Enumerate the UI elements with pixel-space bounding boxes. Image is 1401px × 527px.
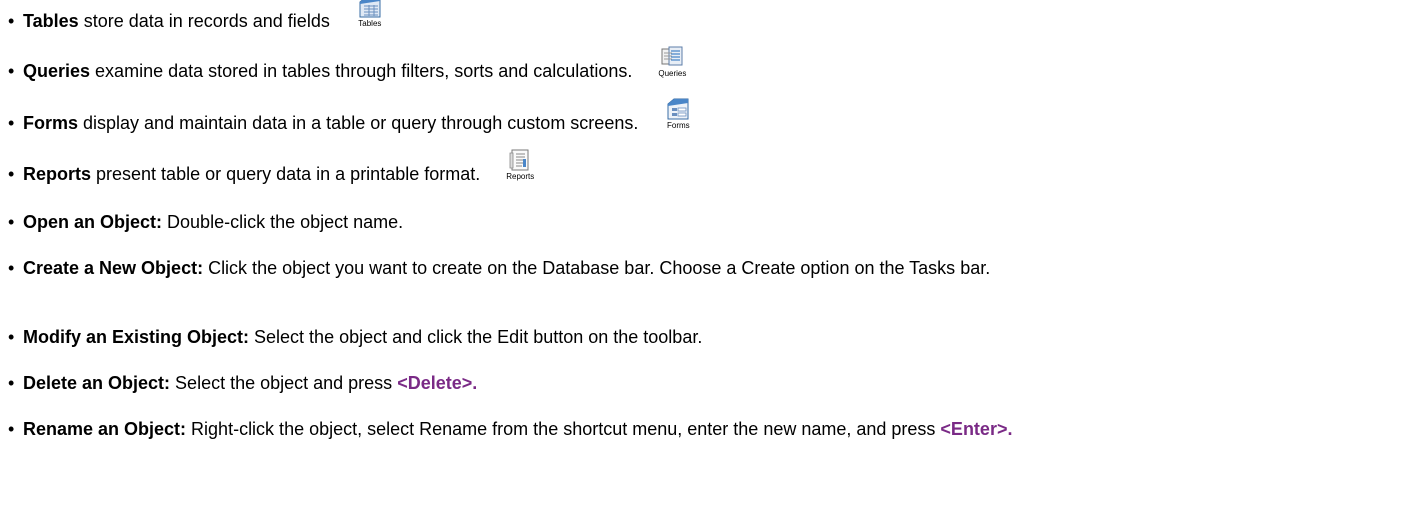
icon-caption: Queries: [658, 69, 687, 78]
item-description: store data in records and fields: [78, 11, 330, 31]
item-term: Delete an Object:: [23, 373, 171, 393]
list-item-create-object: • Create a New Object: Click the object …: [8, 258, 991, 278]
list-item-tables: • Tables store data in records and field…: [8, 0, 1378, 33]
list-item-queries: • Queries examine data stored in tables …: [8, 46, 1378, 83]
item-term: Reports: [23, 164, 92, 184]
item-term: Queries: [23, 61, 91, 81]
form-icon[interactable]: Forms: [658, 98, 698, 130]
item-description: Right-click the object, select Rename fr…: [186, 419, 941, 439]
list-item-forms: • Forms display and maintain data in a t…: [8, 98, 1378, 135]
report-icon[interactable]: Reports: [500, 149, 540, 181]
item-term: Modify an Existing Object:: [23, 327, 250, 347]
list-item-delete-object: • Delete an Object: Select the object an…: [8, 373, 478, 393]
item-term: Tables: [23, 11, 79, 31]
icon-caption: Forms: [667, 121, 690, 130]
item-description: present table or query data in a printab…: [91, 164, 481, 184]
list-item-reports: • Reports present table or query data in…: [8, 149, 1378, 186]
item-term: Forms: [23, 113, 79, 133]
item-description: examine data stored in tables through fi…: [90, 61, 633, 81]
list-item-modify-object: • Modify an Existing Object: Select the …: [8, 327, 703, 347]
icon-caption: Tables: [358, 19, 382, 28]
item-description: Select the object and press: [170, 373, 398, 393]
delete-key-label: <Delete>.: [397, 373, 478, 393]
item-description: display and maintain data in a table or …: [78, 113, 639, 133]
item-term: Rename an Object:: [23, 419, 187, 439]
table-icon[interactable]: Tables: [350, 0, 390, 28]
item-term: Create a New Object:: [23, 258, 204, 278]
item-description: Click the object you want to create on t…: [203, 258, 991, 278]
list-item-open-object: • Open an Object: Double-click the objec…: [8, 212, 404, 232]
enter-key-label: <Enter>.: [940, 419, 1013, 439]
icon-caption: Reports: [506, 172, 535, 181]
item-term: Open an Object:: [23, 212, 163, 232]
item-description: Double-click the object name.: [162, 212, 404, 232]
item-description: Select the object and click the Edit but…: [249, 327, 703, 347]
list-item-rename-object: • Rename an Object: Right-click the obje…: [8, 419, 1013, 439]
query-icon[interactable]: Queries: [652, 46, 692, 78]
